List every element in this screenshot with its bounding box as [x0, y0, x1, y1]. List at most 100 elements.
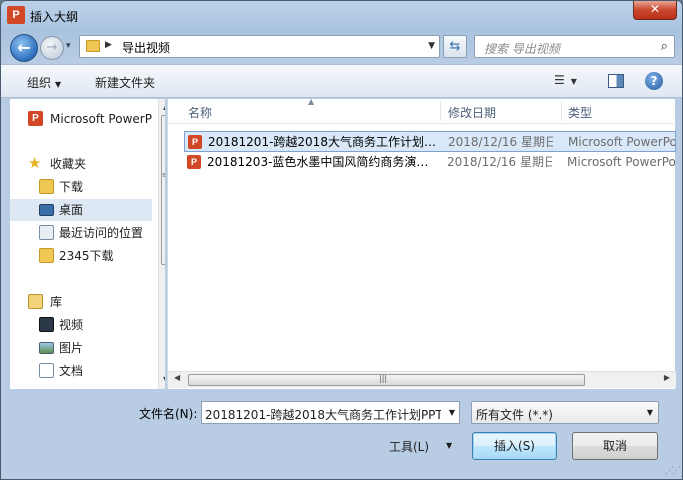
video-icon	[39, 317, 54, 332]
filename-label: 文件名(N):	[139, 407, 198, 421]
view-list-icon: ☰	[554, 73, 565, 87]
organize-menu[interactable]: 组织 ▼	[27, 74, 61, 91]
sidebar-item-label: 下载	[59, 180, 84, 194]
cancel-button[interactable]: 取消	[572, 432, 658, 460]
sidebar-item-documents[interactable]: 文档	[10, 360, 152, 382]
sidebar-item-label: 2345下载	[59, 249, 114, 263]
window-title: 插入大纲	[30, 10, 79, 24]
file-row[interactable]: P 20181201-跨越2018大气商务工作计划PPT模板 2018/12/1…	[184, 131, 676, 152]
preview-pane-icon[interactable]	[608, 74, 624, 88]
powerpoint-app-icon: P	[7, 6, 25, 24]
scroll-grip-icon: ≡	[162, 171, 165, 179]
sidebar-item-recent[interactable]: 最近访问的位置	[10, 222, 152, 244]
tools-label: 工具(L)	[389, 440, 430, 454]
filename-input[interactable]: 20181201-跨越2018大气商务工作计划PPT模板	[205, 406, 441, 423]
chevron-down-icon: ▼	[446, 441, 453, 450]
resize-grip-icon[interactable]: ⋰⋰	[665, 466, 681, 476]
sidebar-item-pictures[interactable]: 图片	[10, 337, 152, 359]
sidebar-item-videos[interactable]: 视频	[10, 314, 152, 336]
sidebar-item-label: 库	[50, 295, 63, 309]
forward-button[interactable]: →	[40, 36, 64, 60]
column-header-date[interactable]: 修改日期	[448, 104, 496, 121]
back-button[interactable]: ←	[10, 34, 38, 62]
sidebar-item-label: 收藏夹	[50, 157, 87, 171]
filename-combobox[interactable]: 20181201-跨越2018大气商务工作计划PPT模板 ▼	[201, 401, 460, 424]
breadcrumb-current[interactable]: 导出视频	[122, 39, 170, 56]
file-type: Microsoft PowerPoint	[568, 135, 676, 149]
column-divider[interactable]	[561, 101, 562, 121]
scroll-thumb[interactable]	[161, 115, 165, 265]
column-divider[interactable]	[440, 101, 441, 121]
sidebar-item-label: 图片	[59, 341, 84, 355]
sidebar-item-label: 桌面	[59, 203, 84, 217]
new-folder-button[interactable]: 新建文件夹	[95, 74, 155, 91]
refresh-button[interactable]: ⇆	[443, 35, 467, 58]
sidebar-item-label: 最近访问的位置	[59, 226, 144, 240]
help-icon[interactable]: ?	[645, 72, 663, 90]
title-bar[interactable]: P 插入大纲 ✕	[1, 1, 682, 31]
file-type-select[interactable]: 所有文件 (*.*) ▼	[471, 401, 659, 424]
file-row[interactable]: P 20181203-蓝色水墨中国风简约商务演示PPT模板 2018/12/16…	[184, 152, 676, 173]
sort-ascending-icon: ▲	[308, 97, 315, 106]
address-dropdown-icon[interactable]: ▼	[428, 41, 435, 51]
powerpoint-file-icon: P	[188, 135, 202, 149]
scroll-down-icon[interactable]: ▼	[163, 375, 165, 384]
star-icon: ★	[28, 154, 42, 172]
folder-icon	[39, 248, 54, 263]
chevron-down-icon: ▼	[55, 80, 62, 89]
scroll-left-icon[interactable]: ◀	[174, 373, 180, 382]
insert-button[interactable]: 插入(S)	[472, 432, 557, 460]
horizontal-scrollbar[interactable]: ◀ ||| ▶	[168, 371, 676, 388]
desktop-icon	[39, 204, 54, 216]
chevron-down-icon: ▼	[570, 77, 577, 86]
sidebar-item-label: 视频	[59, 318, 84, 332]
breadcrumb-chevron-icon[interactable]: ▶	[105, 40, 112, 50]
sidebar-item-desktop[interactable]: 桌面	[10, 199, 152, 221]
tools-menu[interactable]: 工具(L) ▼	[389, 438, 452, 455]
address-bar[interactable]: ▶ 导出视频 ▼	[79, 35, 440, 58]
powerpoint-icon: P	[28, 111, 43, 126]
sidebar-item-2345-downloads[interactable]: 2345下载	[10, 245, 152, 267]
file-date: 2018/12/16 星期日	[448, 135, 553, 149]
navigation-pane: P Microsoft PowerPoint ★ 收藏夹 下载 桌面 最近访问的…	[10, 99, 165, 389]
change-view-button[interactable]: ☰ ▼	[554, 73, 590, 90]
file-type: Microsoft PowerPoint	[567, 155, 675, 169]
folder-icon	[86, 40, 100, 52]
navigation-scrollbar[interactable]: ▲ ≡ ▼	[158, 99, 165, 389]
column-header-type[interactable]: 类型	[568, 104, 592, 121]
library-icon	[28, 294, 43, 309]
scroll-up-icon[interactable]: ▲	[163, 102, 165, 111]
search-box[interactable]: 搜索 导出视频 ⌕	[474, 35, 675, 58]
sidebar-item-downloads[interactable]: 下载	[10, 176, 152, 198]
chevron-down-icon[interactable]: ▼	[449, 408, 455, 417]
pictures-icon	[39, 342, 54, 354]
recent-places-icon	[39, 225, 54, 240]
sidebar-item-favorites[interactable]: ★ 收藏夹	[10, 153, 152, 175]
dialog-window: P 插入大纲 ✕ ← → ▾ ▶ 导出视频 ▼ ⇆ 搜索 导出视频 ⌕ 组织 ▼ …	[0, 0, 683, 480]
refresh-icon: ⇆	[449, 39, 461, 54]
file-name: 20181203-蓝色水墨中国风简约商务演示PPT模板	[207, 155, 435, 169]
powerpoint-file-icon: P	[187, 155, 201, 169]
file-list: ▲ 名称 修改日期 类型 P 20181201-跨越2018大气商务工作计划PP…	[167, 97, 676, 389]
close-button[interactable]: ✕	[633, 1, 677, 20]
recent-pages-dropdown[interactable]: ▾	[66, 41, 71, 51]
file-date: 2018/12/16 星期日	[447, 155, 552, 169]
search-placeholder: 搜索 导出视频	[484, 42, 560, 56]
organize-label: 组织	[27, 76, 52, 90]
file-name: 20181201-跨越2018大气商务工作计划PPT模板	[208, 135, 436, 149]
scroll-right-icon[interactable]: ▶	[664, 373, 670, 382]
command-bar: 组织 ▼ 新建文件夹 ☰ ▼ ?	[1, 64, 682, 98]
column-header-row: ▲ 名称 修改日期 类型	[168, 97, 676, 124]
file-type-value: 所有文件 (*.*)	[476, 408, 553, 422]
column-header-name[interactable]: 名称	[188, 104, 212, 121]
sidebar-item-libraries[interactable]: 库	[10, 291, 152, 313]
sidebar-item-label: 文档	[59, 364, 84, 378]
chevron-down-icon: ▼	[646, 408, 653, 417]
scroll-thumb[interactable]: |||	[188, 374, 585, 386]
scroll-grip-icon: |||	[379, 374, 388, 383]
documents-icon	[39, 363, 54, 378]
sidebar-item-powerpoint[interactable]: P Microsoft PowerPoint	[10, 108, 152, 130]
sidebar-item-label: Microsoft PowerPoint	[50, 112, 152, 126]
search-icon[interactable]: ⌕	[661, 39, 668, 54]
download-folder-icon	[39, 179, 54, 194]
